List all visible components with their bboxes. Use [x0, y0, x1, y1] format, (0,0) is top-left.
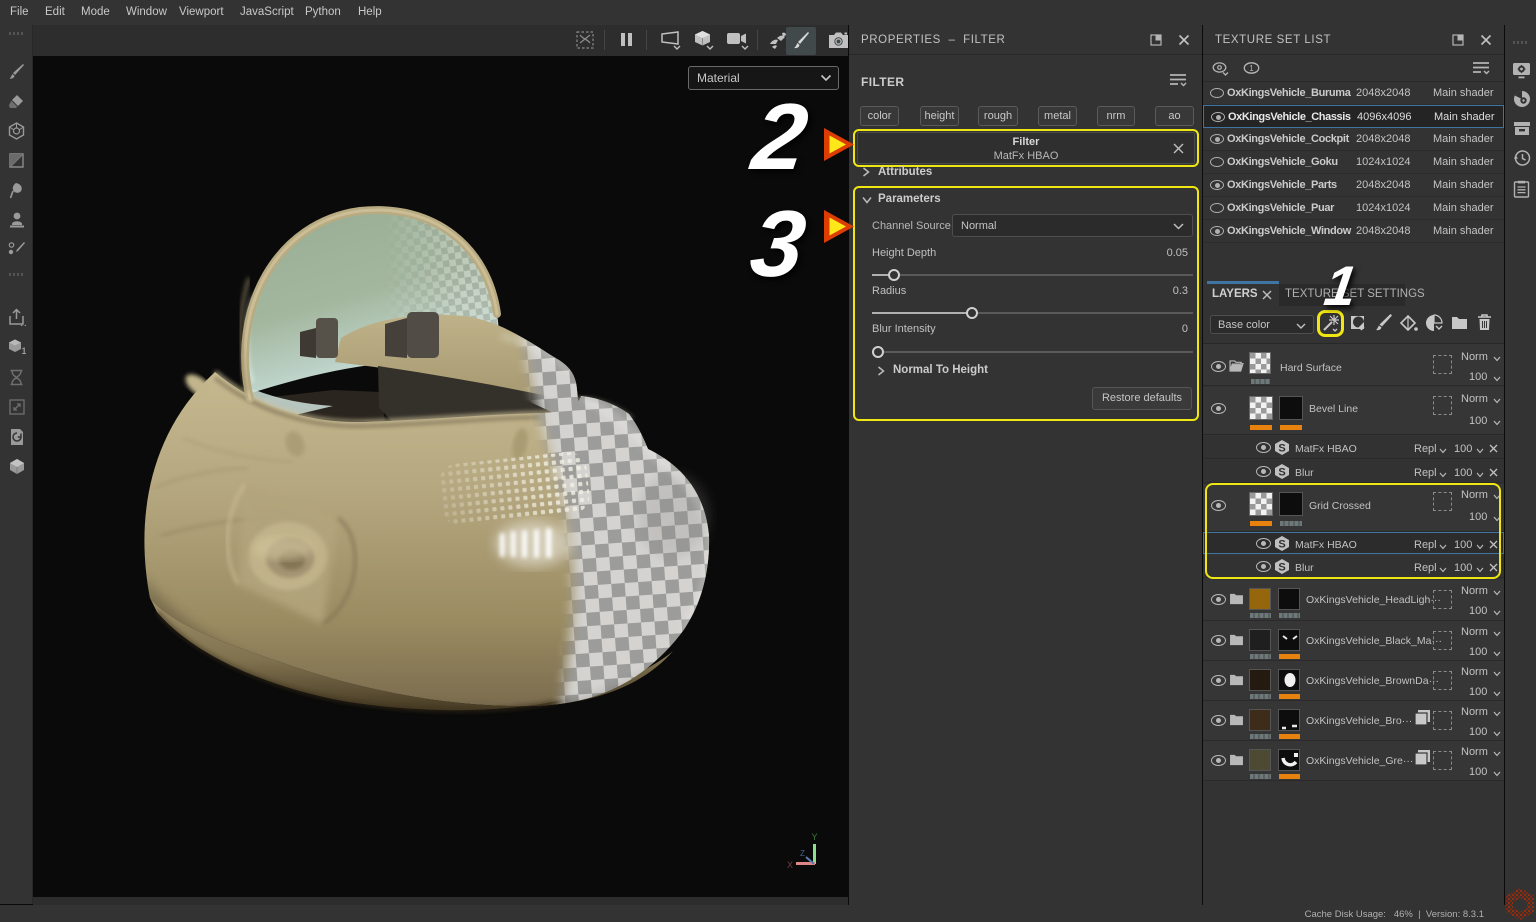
svg-text:X: X	[787, 860, 793, 870]
svg-text:Z: Z	[800, 849, 805, 858]
svg-text:1: 1	[22, 346, 27, 355]
svg-text:Y: Y	[812, 832, 818, 842]
svg-text:S: S	[1278, 467, 1285, 479]
svg-text:S: S	[1278, 443, 1285, 455]
svg-text:1: 1	[1249, 64, 1254, 73]
